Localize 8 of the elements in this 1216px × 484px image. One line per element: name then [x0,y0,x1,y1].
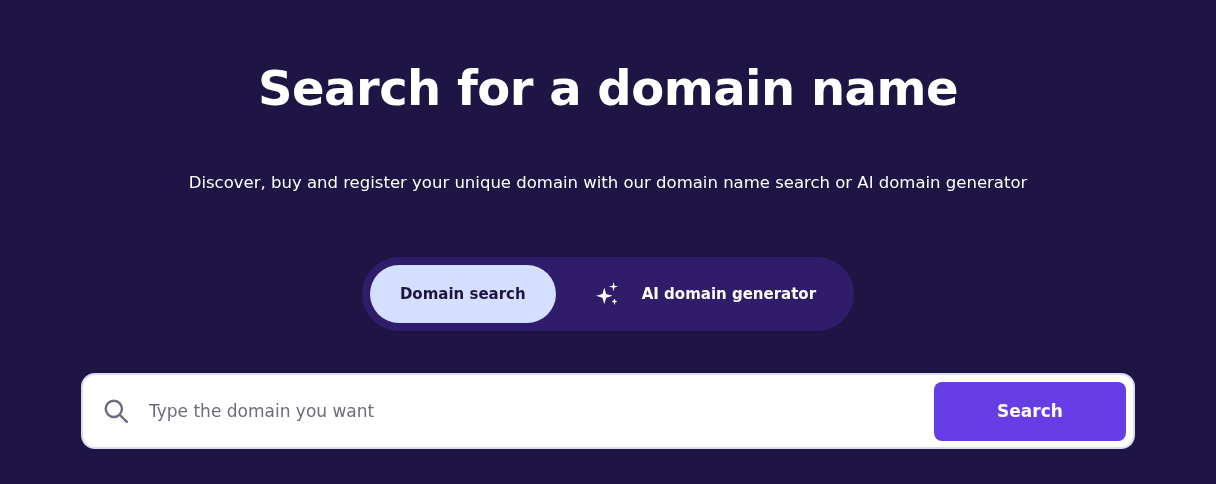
sparkle-icon [595,282,620,306]
search-button[interactable]: Search [934,381,1126,441]
page-title: Search for a domain name [257,59,959,118]
tab[interactable]: AI domain generator [565,265,847,323]
tab[interactable]: Domain search [369,265,556,323]
page-subtitle: Discover, buy and register your unique domain with our domain name search or AI domain generator [188,172,1028,194]
domain-input-field[interactable]: Type the domain you want [147,400,934,422]
search-icon [103,398,129,424]
